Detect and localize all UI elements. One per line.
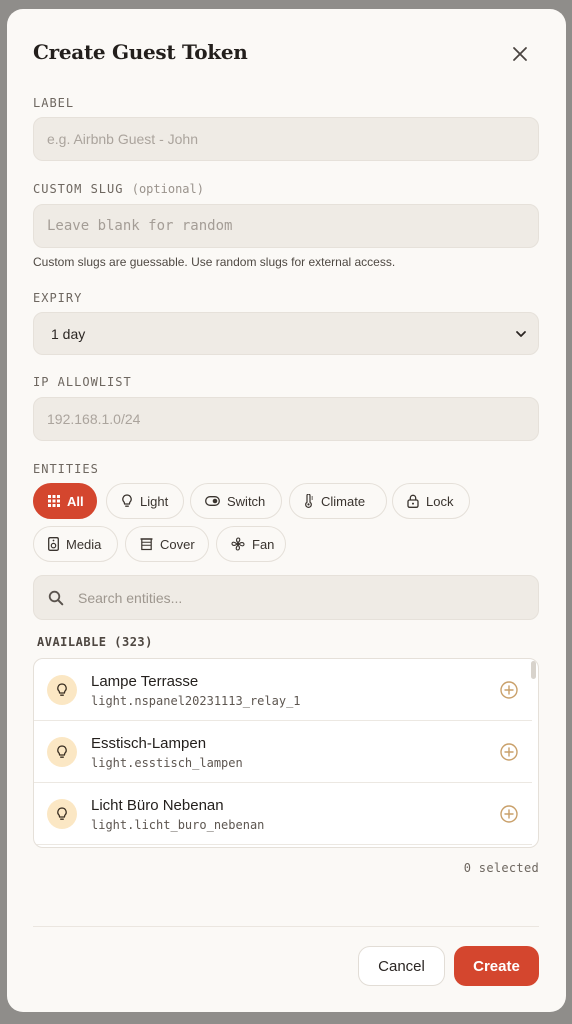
expiry-label: EXPIRY <box>33 291 83 305</box>
slug-hint: Custom slugs are guessable. Use random s… <box>33 255 396 269</box>
filter-chip-all[interactable]: All <box>33 483 97 519</box>
filter-chip-media[interactable]: Media <box>33 526 118 562</box>
create-button[interactable]: Create <box>454 946 539 986</box>
expiry-selected-value: 1 day <box>51 325 86 342</box>
blinds-icon <box>140 537 153 550</box>
filter-chip-label: Switch <box>227 493 266 509</box>
filter-chip-fan[interactable]: Fan <box>216 526 286 562</box>
custom-slug-input[interactable] <box>33 204 539 248</box>
add-circle-icon[interactable] <box>500 743 518 761</box>
fan-icon <box>231 537 245 551</box>
filter-chip-label: Climate <box>321 493 366 509</box>
entity-id: light.esstisch_lampen <box>91 756 243 770</box>
list-scrollbar[interactable] <box>531 661 536 679</box>
entity-row[interactable]: Esstisch-Lampen light.esstisch_lampen <box>34 721 532 783</box>
filter-chip-switch[interactable]: Switch <box>190 483 282 519</box>
entity-icon <box>47 737 77 767</box>
available-entity-list[interactable]: Lampe Terrasse light.nspanel20231113_rel… <box>33 658 539 848</box>
speaker-icon <box>48 537 59 551</box>
thermometer-icon <box>305 494 313 508</box>
filter-chip-label: All <box>67 493 84 509</box>
entity-name: Lampe Terrasse <box>91 673 199 690</box>
lightbulb-icon <box>57 807 67 820</box>
entity-icon <box>47 799 77 829</box>
filter-chip-label: Cover <box>160 536 195 552</box>
entity-name: Esstisch-Lampen <box>91 735 207 752</box>
dialog-title: Create Guest Token <box>33 40 248 64</box>
cancel-button[interactable]: Cancel <box>358 946 445 986</box>
ip-allowlist-label: IP ALLOWLIST <box>33 375 132 389</box>
grid-icon <box>48 495 60 507</box>
filter-chip-lock[interactable]: Lock <box>392 483 470 519</box>
filter-chip-light[interactable]: Light <box>106 483 184 519</box>
lightbulb-icon <box>57 745 67 758</box>
expiry-select[interactable]: 1 day <box>33 312 539 355</box>
optional-tag: (optional) <box>131 182 204 196</box>
filter-chip-label: Light <box>140 493 169 509</box>
toggle-icon <box>205 496 220 506</box>
close-button[interactable] <box>508 42 532 66</box>
lightbulb-icon <box>122 494 132 507</box>
entity-id: light.nspanel20231113_relay_1 <box>91 694 301 708</box>
filter-chip-label: Media <box>66 536 102 552</box>
entity-row[interactable]: Licht Büro Nebenan light.licht_buro_nebe… <box>34 783 532 845</box>
label-field-label: LABEL <box>33 96 75 110</box>
custom-slug-label-text: CUSTOM SLUG <box>33 182 124 196</box>
entity-search <box>33 575 539 620</box>
close-icon <box>513 47 527 61</box>
entity-row[interactable]: Lampe Terrasse light.nspanel20231113_rel… <box>34 659 532 721</box>
add-circle-icon[interactable] <box>500 681 518 699</box>
filter-chip-label: Fan <box>252 536 275 552</box>
lightbulb-icon <box>57 683 67 696</box>
filter-chip-label: Lock <box>426 493 454 509</box>
chevron-down-icon <box>516 331 526 337</box>
search-icon <box>48 590 64 606</box>
custom-slug-label: CUSTOM SLUG (optional) <box>33 182 204 196</box>
create-guest-token-dialog: Create Guest Token LABEL CUSTOM SLUG (op… <box>7 9 566 1012</box>
entity-id: light.licht_buro_nebenan <box>91 818 265 832</box>
entities-label: ENTITIES <box>33 462 99 476</box>
label-input[interactable] <box>33 117 539 161</box>
ip-allowlist-input[interactable] <box>33 397 539 441</box>
filter-chip-cover[interactable]: Cover <box>125 526 209 562</box>
selected-count: 0 selected <box>463 861 539 875</box>
entity-icon <box>47 675 77 705</box>
filter-chip-climate[interactable]: Climate <box>289 483 387 519</box>
entity-search-input[interactable] <box>76 576 526 619</box>
available-count-label: AVAILABLE (323) <box>37 635 153 649</box>
lock-icon <box>407 494 419 508</box>
footer-divider <box>33 926 539 927</box>
entity-name: Licht Büro Nebenan <box>91 797 224 814</box>
add-circle-icon[interactable] <box>500 805 518 823</box>
